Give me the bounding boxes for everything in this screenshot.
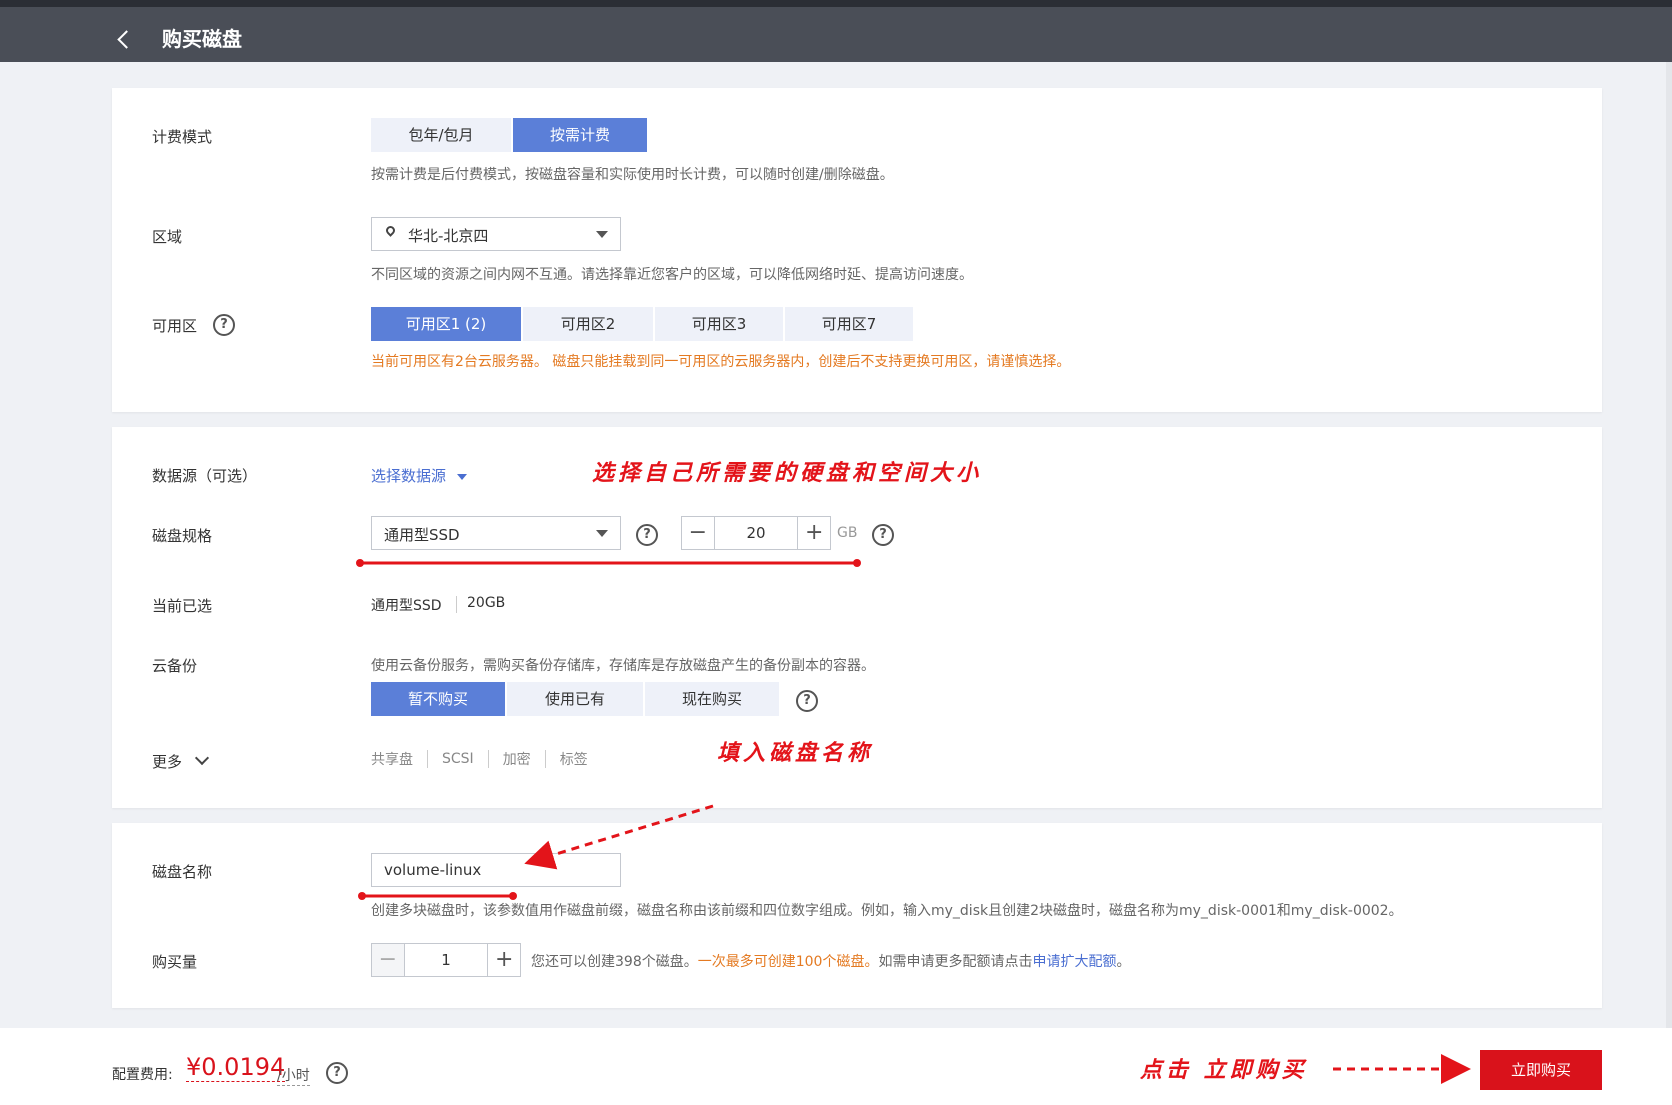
disk-size-unit: GB xyxy=(837,525,858,541)
az-option-3[interactable]: 可用区3 xyxy=(655,307,783,341)
disk-name-value[interactable]: volume-linux xyxy=(384,861,481,879)
more-tags: 共享盘 SCSI 加密 标签 xyxy=(371,749,588,769)
tag-encryption: 加密 xyxy=(502,752,531,768)
az-help-icon[interactable]: ? xyxy=(213,314,235,336)
scrollbar[interactable] xyxy=(1666,62,1672,1102)
divider xyxy=(456,596,457,613)
divider xyxy=(544,750,546,768)
price-help-icon[interactable]: ? xyxy=(326,1062,348,1084)
chevron-down-icon xyxy=(194,750,209,766)
price-value: ¥0.0194 xyxy=(186,1053,286,1082)
chevron-down-icon xyxy=(596,231,608,238)
disk-type-select[interactable]: 通用型SSD xyxy=(371,516,621,550)
disk-name-hint: 创建多块磁盘时，该参数值用作磁盘前缀，磁盘名称由该前缀和四位数字组成。例如，输入… xyxy=(371,903,1403,919)
current-selected-size: 20GB xyxy=(467,595,506,611)
disk-type-help-icon[interactable]: ? xyxy=(636,524,658,546)
current-selected-label: 当前已选 xyxy=(152,597,213,615)
az-label: 可用区 xyxy=(152,317,198,335)
az-option-1[interactable]: 可用区1 (2) xyxy=(371,307,521,341)
quantity-hint-limit: 一次最多可创建100个磁盘。 xyxy=(697,954,879,970)
billing-mode-selector: 包年/包月 按需计费 xyxy=(371,118,647,152)
apply-quota-link[interactable]: 申请扩大配额 xyxy=(1032,954,1116,970)
top-bar: 购买磁盘 xyxy=(0,0,1672,62)
tag-shared-disk: 共享盘 xyxy=(371,752,413,768)
datasource-label: 数据源（可选） xyxy=(152,467,258,485)
more-toggle[interactable]: 更多 xyxy=(152,750,209,772)
datasource-link-label: 选择数据源 xyxy=(371,467,447,485)
divider xyxy=(487,750,489,768)
disk-name-input[interactable]: volume-linux xyxy=(371,853,621,887)
quantity-hint-remaining: 您还可以创建398个磁盘。 xyxy=(531,954,698,970)
current-selected-type: 通用型SSD xyxy=(371,598,442,614)
disk-type-value: 通用型SSD xyxy=(384,526,460,544)
datasource-link[interactable]: 选择数据源 xyxy=(371,465,467,486)
price-unit: /小时 xyxy=(277,1065,310,1086)
fee-label: 配置费用: xyxy=(112,1067,173,1083)
backup-option-buy-now[interactable]: 现在购买 xyxy=(645,682,779,716)
region-label: 区域 xyxy=(152,228,183,246)
spec-label: 磁盘规格 xyxy=(152,527,213,545)
quantity-stepper[interactable]: − 1 + xyxy=(371,943,521,977)
region-value: 华北-北京四 xyxy=(408,227,489,245)
disk-name-label: 磁盘名称 xyxy=(152,863,213,881)
billing-option-yearly[interactable]: 包年/包月 xyxy=(371,118,511,152)
az-option-7[interactable]: 可用区7 xyxy=(785,307,913,341)
caret-down-icon xyxy=(456,473,467,480)
backup-label: 云备份 xyxy=(152,657,198,675)
annotation-click-buy: 点击 立即购买 xyxy=(1140,1057,1308,1083)
divider xyxy=(427,750,428,768)
backup-option-existing[interactable]: 使用已有 xyxy=(507,682,643,716)
chevron-down-icon xyxy=(596,530,608,537)
tag-scsi: SCSI xyxy=(442,751,474,767)
billing-hint: 按需计费是后付费模式，按磁盘容量和实际使用时长计费，可以随时创建/删除磁盘。 xyxy=(371,167,894,183)
quantity-label: 购买量 xyxy=(152,953,198,971)
increase-size-button[interactable]: + xyxy=(797,517,830,549)
backup-help-icon[interactable]: ? xyxy=(796,690,818,712)
increase-quantity-button[interactable]: + xyxy=(487,944,520,976)
quantity-hint: 您还可以创建398个磁盘。一次最多可创建100个磁盘。如需申请更多配额请点击申请… xyxy=(531,951,1130,971)
az-warning: 当前可用区有2台云服务器。 磁盘只能挂载到同一可用区的云服务器内，创建后不支持更… xyxy=(371,354,1071,370)
location-pin-icon xyxy=(384,224,397,237)
disk-name-card: 磁盘名称 volume-linux 创建多块磁盘时，该参数值用作磁盘前缀，磁盘名… xyxy=(112,823,1602,1008)
region-hint: 不同区域的资源之间内网不互通。请选择靠近您客户的区域，可以降低网络时延、提高访问… xyxy=(371,267,973,283)
billing-label: 计费模式 xyxy=(152,128,213,146)
billing-option-on-demand[interactable]: 按需计费 xyxy=(513,118,647,152)
page-title: 购买磁盘 xyxy=(162,27,242,51)
disk-size-value[interactable]: 20 xyxy=(715,517,798,549)
quantity-hint-apply: 如需申请更多配额请点击 xyxy=(878,954,1033,970)
decrease-size-button[interactable]: − xyxy=(682,517,715,549)
disk-size-stepper[interactable]: − 20 + xyxy=(681,516,831,550)
quantity-value[interactable]: 1 xyxy=(405,944,488,976)
region-select[interactable]: 华北-北京四 xyxy=(371,217,621,251)
disk-spec-card: 数据源（可选） 选择数据源 选择自己所需要的硬盘和空间大小 磁盘规格 通用型SS… xyxy=(112,427,1602,808)
more-label: 更多 xyxy=(152,753,183,771)
annotation-fill-name: 填入磁盘名称 xyxy=(717,740,874,766)
annotation-choose-disk: 选择自己所需要的硬盘和空间大小 xyxy=(592,460,983,486)
quantity-hint-end: 。 xyxy=(1116,954,1131,970)
tag-labels: 标签 xyxy=(559,752,588,768)
backup-selector: 暂不购买 使用已有 现在购买 xyxy=(371,682,779,716)
backup-option-none[interactable]: 暂不购买 xyxy=(371,682,505,716)
az-selector: 可用区1 (2) 可用区2 可用区3 可用区7 xyxy=(371,307,913,341)
back-arrow-icon[interactable] xyxy=(117,30,136,49)
disk-size-help-icon[interactable]: ? xyxy=(872,524,894,546)
buy-now-button[interactable]: 立即购买 xyxy=(1480,1050,1602,1090)
decrease-quantity-button[interactable]: − xyxy=(372,944,405,976)
basic-config-card: 计费模式 包年/包月 按需计费 按需计费是后付费模式，按磁盘容量和实际使用时长计… xyxy=(112,88,1602,412)
az-option-2[interactable]: 可用区2 xyxy=(523,307,653,341)
backup-hint: 使用云备份服务，需购买备份存储库，存储库是存放磁盘产生的备份副本的容器。 xyxy=(371,658,875,674)
footer-bar: 配置费用: ¥0.0194 /小时 ? 点击 立即购买 xyxy=(0,1028,1672,1105)
